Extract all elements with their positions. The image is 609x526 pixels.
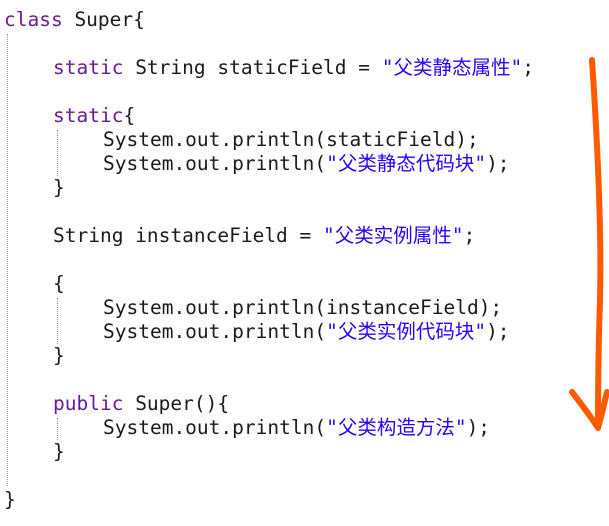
arrow-head bbox=[569, 389, 609, 431]
arrow-shaft bbox=[589, 57, 604, 429]
code-editor[interactable]: class Super{ static String staticField =… bbox=[0, 0, 609, 526]
execution-order-arrow bbox=[569, 57, 609, 431]
